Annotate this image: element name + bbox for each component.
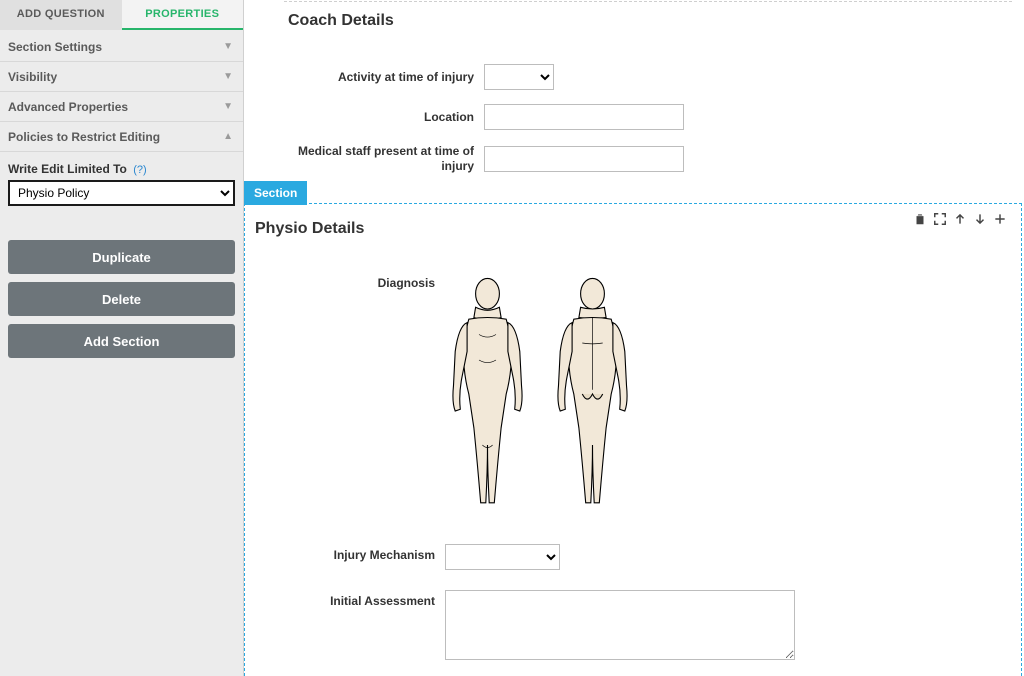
label-diagnosis: Diagnosis	[255, 272, 445, 514]
delete-button[interactable]: Delete	[8, 282, 235, 316]
field-injury-mechanism: Injury Mechanism	[255, 544, 1011, 570]
tab-add-question[interactable]: ADD QUESTION	[0, 0, 122, 30]
section-badge[interactable]: Section	[244, 181, 307, 205]
duplicate-button[interactable]: Duplicate	[8, 240, 235, 274]
tab-properties[interactable]: PROPERTIES	[122, 0, 244, 30]
label-activity: Activity at time of injury	[284, 70, 484, 85]
sidebar-tabs: ADD QUESTION PROPERTIES	[0, 0, 243, 32]
write-edit-limited-select[interactable]: Physio Policy	[8, 180, 235, 206]
acc-label: Section Settings	[8, 40, 102, 54]
acc-section-settings[interactable]: Section Settings ▼	[0, 32, 243, 62]
medical-input[interactable]	[484, 146, 684, 172]
coach-details-title: Coach Details	[284, 2, 1012, 34]
physio-section-selected[interactable]: Physio Details Diagnosis	[244, 203, 1022, 676]
label-assessment: Initial Assessment	[255, 590, 445, 663]
activity-select[interactable]	[484, 64, 554, 90]
move-down-icon[interactable]	[973, 212, 987, 230]
add-icon[interactable]	[993, 212, 1007, 230]
body-front-icon[interactable]	[445, 274, 530, 514]
label-mechanism: Injury Mechanism	[255, 544, 445, 570]
field-diagnosis: Diagnosis	[255, 272, 1011, 514]
chevron-down-icon: ▼	[223, 101, 233, 112]
acc-label: Advanced Properties	[8, 100, 128, 114]
body-diagram[interactable]	[445, 274, 635, 514]
delete-icon[interactable]	[913, 212, 927, 230]
physio-details-title: Physio Details	[255, 210, 1011, 242]
move-up-icon[interactable]	[953, 212, 967, 230]
field-activity: Activity at time of injury	[284, 64, 1012, 90]
acc-policies-body: Write Edit Limited To (?) Physio Policy	[0, 152, 243, 220]
main-canvas: Coach Details Activity at time of injury…	[244, 0, 1024, 676]
body-back-icon[interactable]	[550, 274, 635, 514]
chevron-up-icon: ▲	[223, 131, 233, 142]
field-location: Location	[284, 104, 1012, 130]
acc-label: Visibility	[8, 70, 57, 84]
label-medical: Medical staff present at time of injury	[284, 144, 484, 174]
acc-advanced-properties[interactable]: Advanced Properties ▼	[0, 92, 243, 122]
initial-assessment-textarea[interactable]	[445, 590, 795, 660]
chevron-down-icon: ▼	[223, 71, 233, 82]
label-text: Write Edit Limited To	[8, 162, 127, 176]
acc-label: Policies to Restrict Editing	[8, 130, 160, 144]
acc-policies-restrict-editing[interactable]: Policies to Restrict Editing ▲	[0, 122, 243, 152]
write-edit-limited-label: Write Edit Limited To (?)	[8, 162, 235, 176]
section-toolbar	[913, 212, 1007, 230]
injury-mechanism-select[interactable]	[445, 544, 560, 570]
sidebar: ADD QUESTION PROPERTIES Section Settings…	[0, 0, 244, 676]
help-icon[interactable]: (?)	[133, 164, 146, 176]
label-location: Location	[284, 110, 484, 125]
add-section-button[interactable]: Add Section	[8, 324, 235, 358]
location-input[interactable]	[484, 104, 684, 130]
field-medical-staff: Medical staff present at time of injury	[284, 144, 1012, 174]
expand-icon[interactable]	[933, 212, 947, 230]
field-initial-assessment: Initial Assessment	[255, 590, 1011, 663]
chevron-down-icon: ▼	[223, 41, 233, 52]
acc-visibility[interactable]: Visibility ▼	[0, 62, 243, 92]
